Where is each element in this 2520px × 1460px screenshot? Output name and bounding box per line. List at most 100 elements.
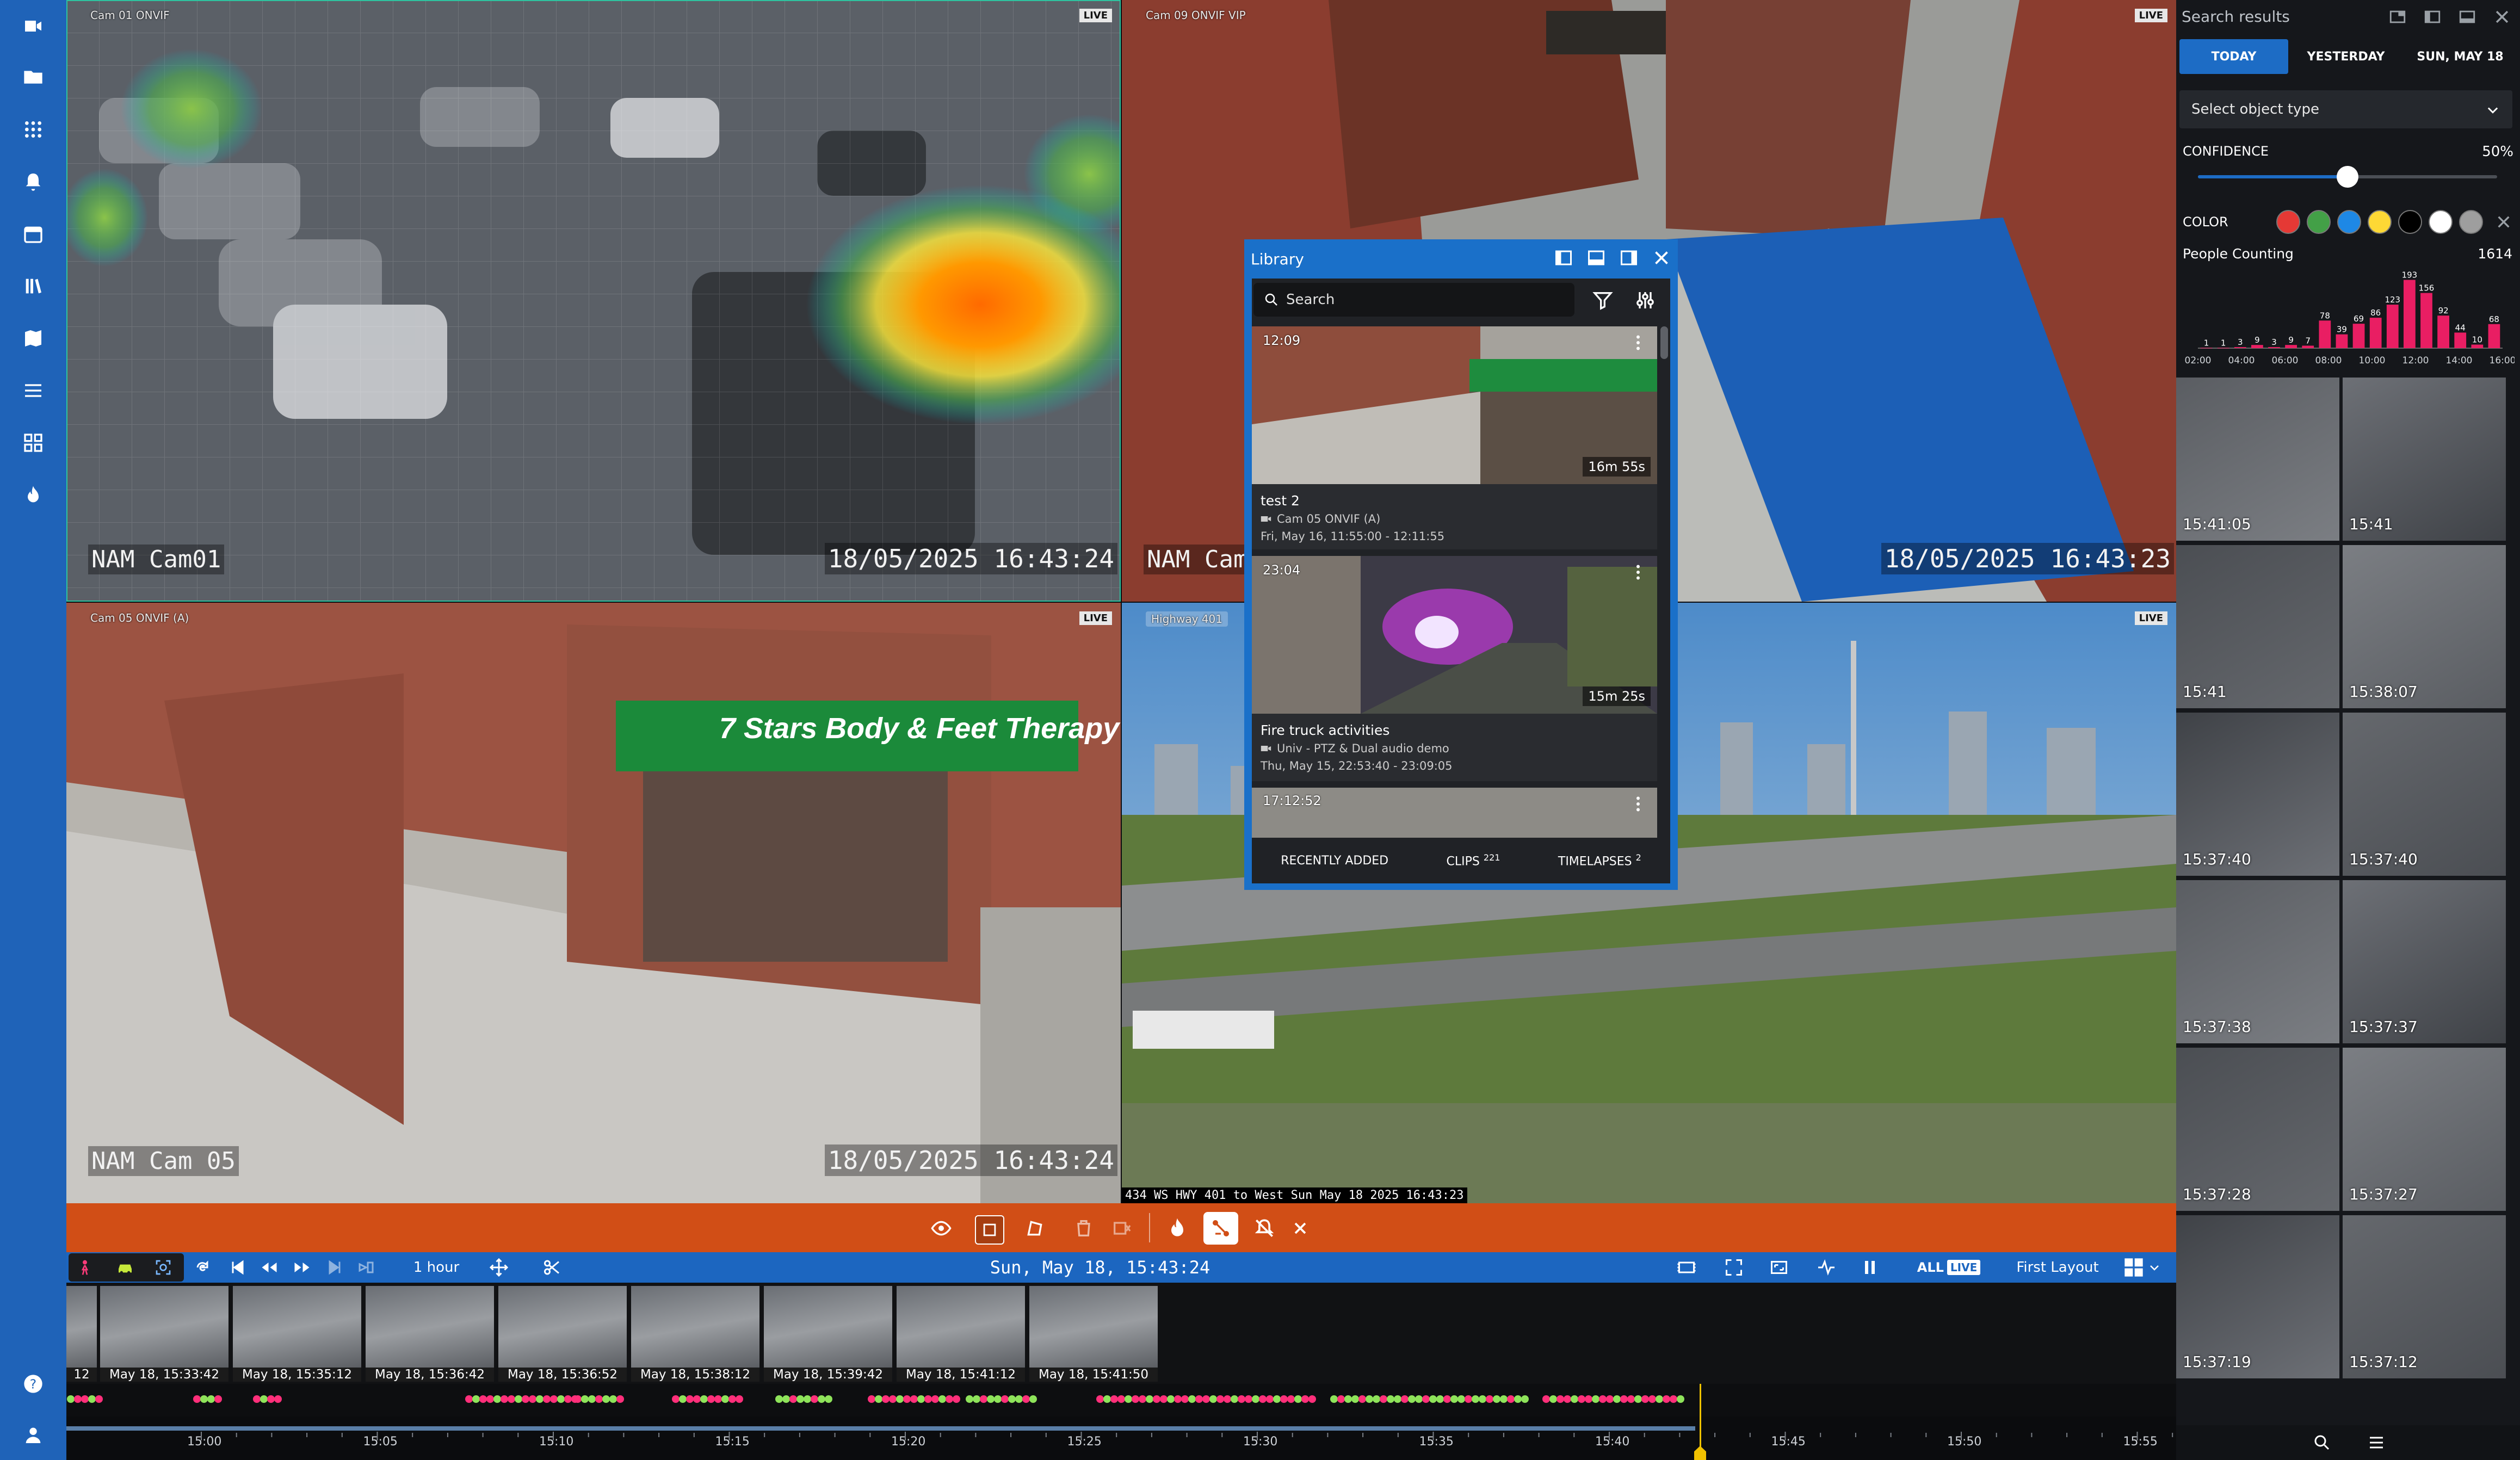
heatmap-flame-icon[interactable] [1165,1216,1189,1240]
loop-button[interactable] [190,1252,218,1283]
grid-dots-icon[interactable] [17,113,50,146]
layout-name[interactable]: First Layout [2003,1252,2112,1283]
library-clip-item[interactable]: 23:04 15m 25s Fire truck activities Univ… [1252,556,1657,781]
more-vertical-icon[interactable] [1630,794,1646,814]
search-result-thumbnail[interactable]: 15:37:28 [2176,1048,2339,1211]
search-result-thumbnail[interactable]: 15:37:38 [2176,880,2339,1043]
search-result-thumbnail[interactable]: 15:41:05 [2176,378,2339,541]
library-scrollbar[interactable] [1660,326,1668,359]
day-tab-date[interactable]: SUN, MAY 18 [2404,39,2517,74]
zoom-fit-button[interactable] [485,1252,512,1283]
dock-left-icon[interactable] [2423,8,2442,26]
timeline-thumbnail[interactable]: May 18, 15:41:12 [897,1286,1025,1382]
timeline-thumbnail[interactable]: May 18, 15:39:42 [764,1286,892,1382]
timeline-thumbnail[interactable]: May 18, 15:38:12 [631,1286,759,1382]
person-icon[interactable] [76,1259,94,1276]
timeline-thumbnail[interactable]: May 18, 15:36:52 [498,1286,627,1382]
confidence-slider-knob[interactable] [2337,166,2358,188]
dock-bottom-icon[interactable] [2458,8,2476,26]
tab-clips[interactable]: CLIPS 221 [1447,852,1500,868]
dock-float-icon[interactable] [2388,8,2407,26]
map-icon[interactable] [17,322,50,355]
region-select-button[interactable] [975,1215,1004,1245]
car-icon[interactable] [116,1259,134,1276]
color-swatch[interactable] [2429,210,2453,234]
close-icon[interactable] [1652,248,1671,268]
timeline-thumbnail[interactable]: May 18, 15:33:42 [100,1286,228,1382]
dock-bottom-icon[interactable] [1586,248,1606,268]
polygon-icon[interactable] [1024,1217,1046,1239]
day-tab-today[interactable]: TODAY [2179,39,2288,74]
more-vertical-icon[interactable] [1630,562,1646,582]
dock-right-icon[interactable] [1619,248,1639,268]
timeline-thumbnail[interactable]: May 18, 15:36:42 [366,1286,494,1382]
library-icon[interactable] [17,270,50,302]
object-type-select[interactable]: Select object type [2179,90,2512,128]
camera-tile-cam05[interactable]: 7 Stars Body & Feet Therapy Cam 05 ONVIF… [66,603,1121,1203]
mute-alert-icon[interactable] [1252,1216,1276,1240]
color-swatch[interactable] [2276,210,2300,234]
search-result-thumbnail[interactable]: 15:37:37 [2343,880,2506,1043]
pause-button[interactable] [1856,1252,1883,1283]
day-tab-yesterday[interactable]: YESTERDAY [2292,39,2400,74]
skip-start-button[interactable] [224,1252,251,1283]
search-result-thumbnail[interactable]: 15:37:12 [2343,1215,2506,1378]
activity-button[interactable] [1813,1252,1840,1283]
search-result-thumbnail[interactable]: 15:37:27 [2343,1048,2506,1211]
all-live-toggle[interactable]: ALL LIVE [1905,1252,1992,1283]
rewind-button[interactable] [256,1252,283,1283]
search-result-thumbnail[interactable]: 15:41 [2343,378,2506,541]
skip-end-button[interactable] [321,1252,348,1283]
search-result-thumbnail[interactable]: 15:41 [2176,545,2339,708]
folder-icon[interactable] [17,61,50,94]
close-icon[interactable] [1290,1218,1310,1238]
event-markers-track[interactable] [66,1384,2176,1416]
camera-tile-cam01[interactable]: Cam 01 ONVIF LIVE NAM Cam01 18/05/2025 1… [66,0,1121,602]
timeline-thumbnail[interactable]: May 18, 15:41:50 [1029,1286,1158,1382]
tab-timelapses[interactable]: TIMELAPSES 2 [1558,852,1641,868]
dock-left-icon[interactable] [1554,248,1573,268]
search-icon[interactable] [2312,1433,2332,1452]
search-result-thumbnail[interactable]: 15:37:40 [2343,713,2506,876]
current-datetime[interactable]: Sun, May 18, 15:43:24 [937,1252,1263,1283]
bell-icon[interactable] [17,165,50,198]
help-icon[interactable]: ? [17,1368,50,1400]
filter-icon[interactable] [1592,289,1614,311]
next-event-button[interactable] [353,1252,380,1283]
library-clip-item[interactable]: 12:09 16m 55s test 2 Cam 05 ONVIF (A) Fr… [1252,326,1657,549]
tab-recently-added[interactable]: RECENTLY ADDED [1281,854,1388,868]
timeline-thumbnail[interactable]: May 18, 15:35:12 [233,1286,361,1382]
color-swatch[interactable] [2398,210,2422,234]
library-clip-item[interactable]: 17:12:52 [1252,788,1657,838]
eye-icon[interactable] [930,1217,952,1239]
video-camera-icon[interactable] [17,10,50,42]
search-result-thumbnail[interactable]: 15:37:40 [2176,713,2339,876]
search-result-thumbnail[interactable]: 15:38:07 [2343,545,2506,708]
calendar-icon[interactable] [17,218,50,250]
list-icon[interactable] [17,374,50,407]
sliders-icon[interactable] [1634,289,1656,311]
color-swatch[interactable] [2337,210,2361,234]
scissors-button[interactable] [539,1252,566,1283]
layout-selector[interactable] [2117,1252,2166,1283]
timeline-thumbnail[interactable]: 12 [66,1286,97,1382]
color-swatch[interactable] [2368,210,2392,234]
color-swatch[interactable] [2307,210,2331,234]
face-scan-icon[interactable] [155,1259,172,1276]
color-swatch[interactable] [2459,210,2483,234]
list-icon[interactable] [2367,1433,2386,1452]
more-vertical-icon[interactable] [1630,333,1646,352]
clear-color-icon[interactable] [2495,213,2512,231]
period-selector[interactable]: 1 hour [404,1252,469,1283]
delete-region-icon[interactable] [1111,1217,1133,1239]
close-icon[interactable] [2493,8,2511,26]
fullscreen-button[interactable] [1720,1252,1747,1283]
fast-forward-button[interactable] [288,1252,316,1283]
dashboard-icon[interactable] [17,426,50,459]
aspect-button[interactable] [1764,1252,1794,1283]
search-result-thumbnail[interactable]: 15:37:19 [2176,1215,2339,1378]
trash-icon[interactable] [1073,1217,1095,1239]
film-strip-button[interactable] [1671,1252,1702,1283]
heatmap-flame-icon[interactable] [17,479,50,511]
user-icon[interactable] [17,1419,50,1451]
